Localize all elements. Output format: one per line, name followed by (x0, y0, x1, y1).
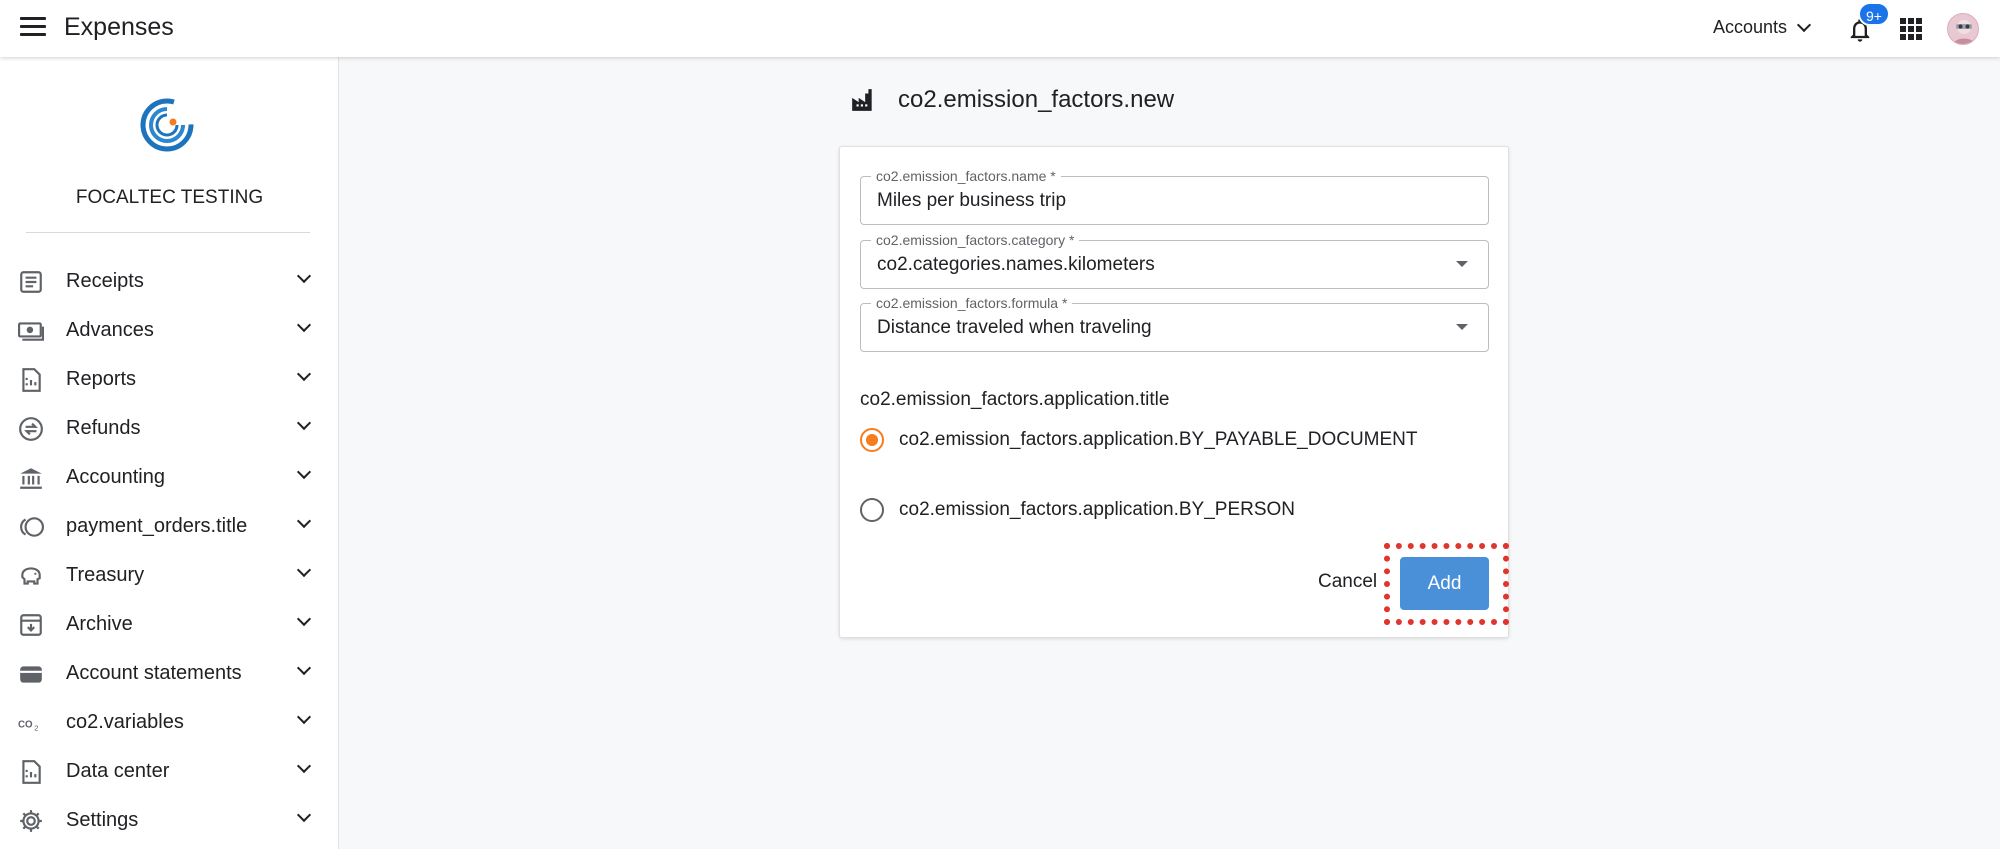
application-section-title: co2.emission_factors.application.title (860, 389, 1170, 410)
add-button[interactable]: Add (1400, 557, 1489, 610)
sidebar-nav: Receipts Advances Reports Refunds Accoun… (0, 257, 339, 845)
name-field[interactable]: co2.emission_factors.name * (860, 168, 1489, 225)
chevron-down-icon (1796, 17, 1812, 32)
sidebar-item-data-center[interactable]: Data center (0, 747, 339, 796)
chevron-down-icon (296, 758, 312, 774)
accounts-dropdown[interactable]: Accounts (1713, 17, 1812, 38)
chevron-down-icon (296, 660, 312, 676)
chevron-down-icon (296, 611, 312, 627)
chevron-down-icon (296, 268, 312, 284)
sidebar-item-label: Archive (66, 613, 133, 635)
svg-text:CO: CO (18, 719, 33, 730)
sidebar-item-label: Reports (66, 368, 137, 390)
data-center-icon (22, 760, 41, 784)
sidebar-item-label: Account statements (66, 662, 242, 684)
sidebar-item-label: Refunds (66, 417, 141, 439)
chevron-down-icon (296, 415, 312, 431)
name-field-label: co2.emission_factors.name * (871, 168, 1061, 184)
radio-by-person[interactable]: co2.emission_factors.application.BY_PERS… (860, 498, 1295, 522)
svg-text:2: 2 (34, 724, 38, 733)
sidebar-item-label: Receipts (66, 270, 144, 292)
sidebar-item-label: Accounting (66, 466, 165, 488)
bank-icon (20, 468, 42, 489)
sidebar-item-reports[interactable]: Reports (0, 355, 339, 404)
factory-icon (852, 89, 872, 111)
sidebar-item-settings[interactable]: Settings (0, 796, 339, 845)
formula-select[interactable]: co2.emission_factors.formula * Distance … (860, 295, 1489, 352)
sidebar-item-receipts[interactable]: Receipts (0, 257, 339, 306)
formula-selected-value: Distance traveled when traveling (877, 317, 1152, 338)
refund-icon (19, 417, 43, 441)
dropdown-arrow-icon (1456, 324, 1468, 330)
cash-icon (18, 322, 44, 341)
piggy-bank-icon (21, 567, 41, 585)
radio-checked[interactable] (860, 428, 884, 452)
category-field-label: co2.emission_factors.category * (871, 232, 1080, 248)
chevron-down-icon (296, 709, 312, 725)
gear-icon (20, 810, 42, 832)
emission-factor-form-card: co2.emission_factors.name * co2.emission… (839, 146, 1509, 638)
receipt-icon (20, 271, 42, 293)
top-app-bar: Expenses Accounts 9+ (0, 0, 2000, 57)
organization-name: FOCALTEC TESTING (75, 187, 264, 208)
sidebar: FOCALTEC TESTING Receipts Advances Repor… (0, 57, 339, 849)
coins-icon (20, 517, 44, 537)
category-select[interactable]: co2.emission_factors.category * co2.cate… (860, 232, 1489, 289)
page-title: co2.emission_factors.new (898, 86, 1175, 113)
company-logo (140, 98, 194, 152)
sidebar-item-label: Advances (66, 319, 154, 341)
sidebar-item-refunds[interactable]: Refunds (0, 404, 339, 453)
accounts-label: Accounts (1713, 17, 1788, 37)
dropdown-arrow-icon (1456, 261, 1468, 267)
sidebar-item-archive[interactable]: Archive (0, 600, 339, 649)
sidebar-item-account-statements[interactable]: Account statements (0, 649, 339, 698)
apps-grid-icon[interactable] (1900, 18, 1922, 40)
chevron-down-icon (296, 513, 312, 529)
radio-unchecked[interactable] (860, 498, 884, 522)
category-selected-value: co2.categories.names.kilometers (877, 254, 1155, 275)
chevron-down-icon (296, 366, 312, 382)
sidebar-item-treasury[interactable]: Treasury (0, 551, 339, 600)
avatar[interactable] (1947, 13, 1979, 45)
archive-icon (20, 614, 42, 636)
co2-icon: CO 2 (18, 719, 38, 733)
chevron-down-icon (296, 464, 312, 480)
sidebar-item-payment-orders[interactable]: payment_orders.title (0, 502, 339, 551)
report-icon (22, 368, 41, 392)
sidebar-item-label: Treasury (66, 564, 145, 586)
radio-label: co2.emission_factors.application.BY_PAYA… (899, 429, 1418, 450)
menu-icon[interactable] (20, 17, 46, 39)
sidebar-item-label: co2.variables (66, 711, 184, 733)
sidebar-item-accounting[interactable]: Accounting (0, 453, 339, 502)
divider (26, 232, 310, 233)
radio-label: co2.emission_factors.application.BY_PERS… (899, 499, 1296, 520)
formula-field-label: co2.emission_factors.formula * (871, 295, 1073, 311)
sidebar-item-advances[interactable]: Advances (0, 306, 339, 355)
chevron-down-icon (296, 807, 312, 823)
sidebar-item-label: Settings (66, 809, 139, 831)
sidebar-item-co2-variables[interactable]: CO 2 co2.variables (0, 698, 339, 747)
chevron-down-icon (296, 317, 312, 333)
sidebar-item-label: Data center (66, 760, 170, 782)
name-input[interactable] (877, 190, 1457, 212)
sidebar-item-label: payment_orders.title (66, 515, 248, 537)
notification-badge: 9+ (1858, 2, 1890, 26)
wallet-icon (20, 666, 42, 683)
chevron-down-icon (296, 562, 312, 578)
app-title: Expenses (64, 13, 174, 41)
radio-by-payable-document[interactable]: co2.emission_factors.application.BY_PAYA… (860, 428, 1418, 452)
page-header: co2.emission_factors.new (850, 86, 1174, 114)
cancel-button[interactable]: Cancel (1318, 571, 1377, 593)
